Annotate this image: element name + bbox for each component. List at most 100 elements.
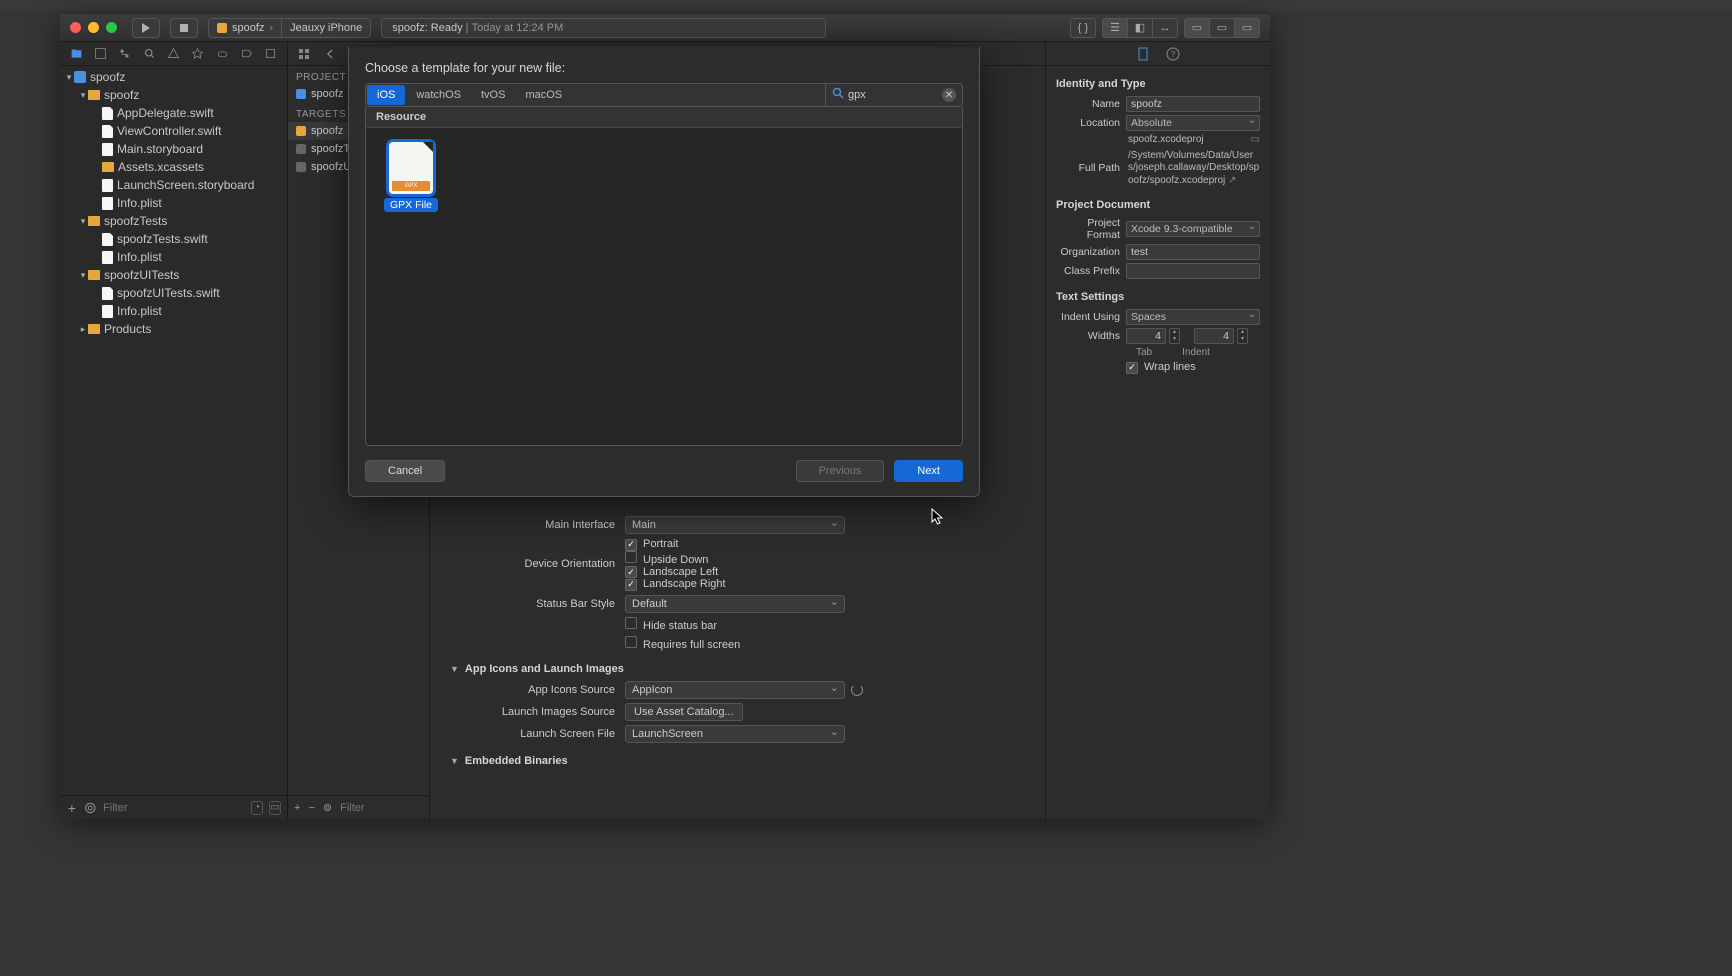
template-gpx-file[interactable]: GPX GPX File bbox=[380, 142, 442, 212]
text-settings-section-header: Text Settings bbox=[1056, 291, 1260, 303]
report-navigator-tab[interactable] bbox=[262, 46, 280, 62]
scm-filter-button[interactable]: ▭ bbox=[269, 801, 281, 815]
embedded-binaries-section-header[interactable]: Embedded Binaries bbox=[465, 755, 568, 767]
app-icons-source-select[interactable]: AppIcon bbox=[625, 681, 845, 699]
next-button[interactable]: Next bbox=[894, 460, 963, 482]
zoom-window-icon[interactable] bbox=[106, 22, 117, 33]
assets-icon bbox=[102, 162, 114, 172]
new-file-template-sheet: Choose a template for your new file: iOS… bbox=[348, 47, 980, 497]
project-tree[interactable]: ▾spoofz ▾spoofz AppDelegate.swift ViewCo… bbox=[60, 66, 287, 795]
location-select[interactable]: Absolute bbox=[1126, 115, 1260, 131]
swift-file-icon bbox=[102, 125, 113, 138]
filter-icon: ⊚ bbox=[84, 798, 97, 818]
landscape-right-checkbox[interactable]: ✓ bbox=[625, 579, 637, 591]
project-icon bbox=[74, 71, 86, 83]
clear-search-icon[interactable]: ✕ bbox=[942, 88, 956, 102]
scheme-device: Jeauxy iPhone bbox=[290, 22, 362, 34]
test-navigator-tab[interactable] bbox=[189, 46, 207, 62]
indent-width-stepper[interactable]: ▴▾ bbox=[1237, 328, 1248, 344]
toggle-debug-area-button[interactable]: ▭ bbox=[1209, 18, 1235, 38]
platform-tab-watchos[interactable]: watchOS bbox=[406, 84, 471, 106]
mouse-cursor-icon bbox=[931, 508, 945, 531]
upside-down-checkbox[interactable] bbox=[625, 551, 637, 563]
sheet-title: Choose a template for your new file: bbox=[365, 61, 963, 75]
recent-filter-button[interactable]: ◔ bbox=[251, 801, 263, 815]
file-inspector-tab[interactable] bbox=[1135, 46, 1151, 62]
toggle-navigator-button[interactable]: ▭ bbox=[1184, 18, 1210, 38]
use-asset-catalog-button[interactable]: Use Asset Catalog... bbox=[625, 703, 743, 721]
standard-editor-button[interactable]: ☰ bbox=[1102, 18, 1128, 38]
svg-text:?: ? bbox=[1171, 50, 1176, 59]
toolbar: spoofz› Jeauxy iPhone spoofz: Ready | To… bbox=[60, 14, 1270, 42]
breakpoint-navigator-tab[interactable] bbox=[237, 46, 255, 62]
cancel-button[interactable]: Cancel bbox=[365, 460, 445, 482]
tab-width-stepper[interactable]: ▴▾ bbox=[1169, 328, 1180, 344]
navigator-filter-input[interactable] bbox=[103, 802, 245, 814]
launch-screen-select[interactable]: LaunchScreen bbox=[625, 725, 845, 743]
indent-using-select[interactable]: Spaces bbox=[1126, 309, 1260, 325]
activity-status: spoofz: Ready | Today at 12:24 PM bbox=[381, 18, 826, 38]
assistant-editor-button[interactable]: ◧ bbox=[1127, 18, 1153, 38]
back-icon[interactable] bbox=[320, 45, 340, 63]
loading-icon bbox=[851, 684, 863, 696]
previous-button[interactable]: Previous bbox=[796, 460, 885, 482]
choose-location-icon[interactable]: ▭ bbox=[1251, 134, 1260, 147]
landscape-left-checkbox[interactable]: ✓ bbox=[625, 566, 637, 578]
status-bar-style-select[interactable]: Default bbox=[625, 595, 845, 613]
plist-file-icon bbox=[102, 305, 113, 318]
stop-button[interactable] bbox=[170, 18, 198, 38]
source-control-navigator-tab[interactable] bbox=[91, 46, 109, 62]
platform-tab-ios[interactable]: iOS bbox=[367, 85, 405, 105]
platform-tab-tvos[interactable]: tvOS bbox=[471, 84, 515, 106]
close-window-icon[interactable] bbox=[70, 22, 81, 33]
run-button[interactable] bbox=[132, 18, 160, 38]
scheme-selector[interactable]: spoofz› Jeauxy iPhone bbox=[208, 18, 371, 38]
folder-icon bbox=[88, 216, 100, 226]
platform-tab-macos[interactable]: macOS bbox=[515, 84, 572, 106]
swift-file-icon bbox=[102, 233, 113, 246]
tab-width-input[interactable] bbox=[1126, 328, 1166, 344]
project-format-select[interactable]: Xcode 9.3-compatible bbox=[1126, 221, 1260, 237]
plist-file-icon bbox=[102, 251, 113, 264]
version-editor-button[interactable]: ↔ bbox=[1152, 18, 1178, 38]
add-target-button[interactable]: + bbox=[294, 802, 300, 814]
debug-navigator-tab[interactable] bbox=[213, 46, 231, 62]
target-filter-input[interactable] bbox=[340, 802, 424, 814]
issue-navigator-tab[interactable] bbox=[164, 46, 182, 62]
template-search-input[interactable] bbox=[848, 89, 938, 101]
wrap-lines-checkbox[interactable]: ✓ bbox=[1126, 362, 1138, 374]
navigator-tabs bbox=[60, 42, 287, 66]
app-icons-section-header[interactable]: App Icons and Launch Images bbox=[465, 663, 624, 675]
scheme-name: spoofz bbox=[232, 22, 264, 34]
code-review-button[interactable]: { } bbox=[1070, 18, 1096, 38]
reveal-in-finder-icon[interactable]: ↗ bbox=[1228, 175, 1236, 186]
test-target-icon bbox=[296, 162, 306, 172]
class-prefix-input[interactable] bbox=[1126, 263, 1260, 279]
project-navigator-tab[interactable] bbox=[67, 46, 85, 62]
navigator-bottom-bar: + ⊚ ◔ ▭ bbox=[60, 795, 287, 819]
remove-target-button[interactable]: − bbox=[308, 802, 314, 814]
folder-icon bbox=[88, 324, 100, 334]
file-template-icon: GPX bbox=[389, 142, 433, 194]
category-header: Resource bbox=[366, 107, 962, 128]
minimize-window-icon[interactable] bbox=[88, 22, 99, 33]
related-items-icon[interactable] bbox=[294, 45, 314, 63]
requires-full-screen-checkbox[interactable] bbox=[625, 636, 637, 648]
indent-width-input[interactable] bbox=[1194, 328, 1234, 344]
main-interface-select[interactable]: Main bbox=[625, 516, 845, 534]
add-file-button[interactable]: + bbox=[66, 800, 78, 816]
search-icon bbox=[832, 86, 844, 104]
storyboard-file-icon bbox=[102, 143, 113, 156]
portrait-checkbox[interactable]: ✓ bbox=[625, 539, 637, 551]
project-document-section-header: Project Document bbox=[1056, 199, 1260, 211]
organization-input[interactable] bbox=[1126, 244, 1260, 260]
storyboard-file-icon bbox=[102, 179, 113, 192]
plist-file-icon bbox=[102, 197, 113, 210]
find-navigator-tab[interactable] bbox=[140, 46, 158, 62]
folder-icon bbox=[88, 90, 100, 100]
quick-help-tab[interactable]: ? bbox=[1165, 46, 1181, 62]
toggle-inspector-button[interactable]: ▭ bbox=[1234, 18, 1260, 38]
project-name-input[interactable] bbox=[1126, 96, 1260, 112]
symbol-navigator-tab[interactable] bbox=[116, 46, 134, 62]
hide-status-bar-checkbox[interactable] bbox=[625, 617, 637, 629]
